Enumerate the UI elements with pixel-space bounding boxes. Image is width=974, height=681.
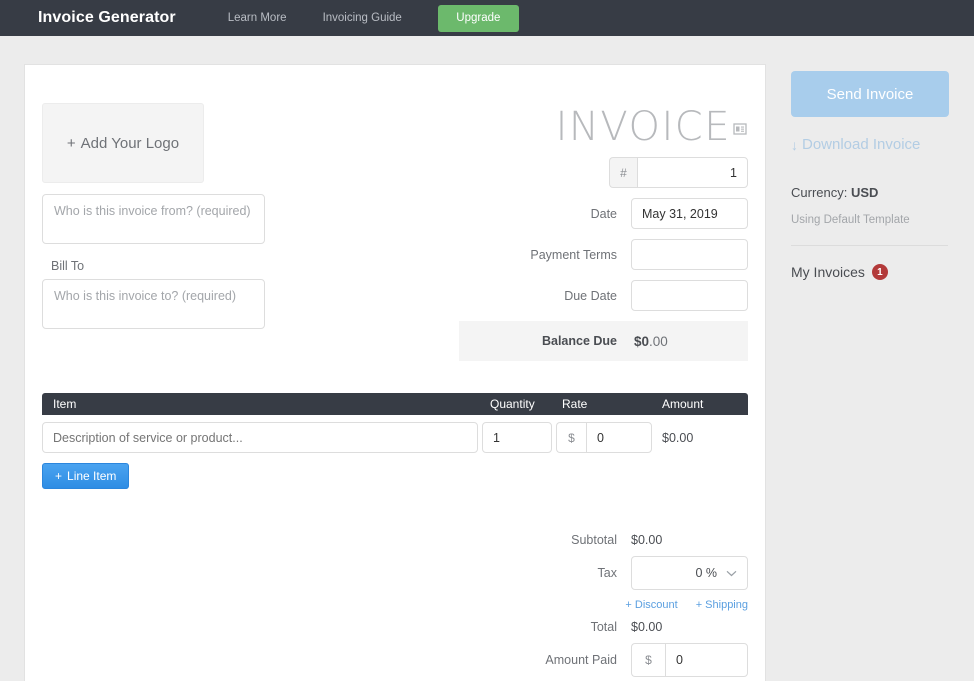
item-amount-value: $0.00 (662, 430, 694, 445)
sidebar-divider (791, 245, 948, 246)
tax-select[interactable]: 0 % (631, 556, 748, 590)
balance-due-row: Balance Due $0.00 (459, 321, 748, 361)
balance-due-label: Balance Due (541, 334, 617, 348)
tax-value: 0 % (695, 566, 717, 580)
item-description-input[interactable] (42, 422, 478, 453)
balance-due-minor: .00 (649, 333, 668, 349)
total-value: $0.00 (631, 620, 663, 634)
tax-label: Tax (597, 566, 617, 580)
total-label: Total (590, 620, 617, 634)
subtotal-row: Subtotal $0.00 (42, 533, 748, 547)
column-header-quantity: Quantity (490, 397, 535, 411)
add-shipping-label: Shipping (705, 599, 748, 611)
invoice-number-row: # (448, 157, 748, 188)
invoice-header: + Add Your Logo Bill To INVOICE (42, 103, 748, 361)
invoice-card: + Add Your Logo Bill To INVOICE (24, 64, 766, 681)
due-date-label: Due Date (564, 288, 617, 303)
add-logo-label: Add Your Logo (80, 134, 180, 152)
payment-terms-input[interactable] (631, 239, 748, 270)
subtotal-label: Subtotal (571, 533, 617, 547)
page-body: + Add Your Logo Bill To INVOICE (0, 36, 974, 681)
add-discount-link[interactable]: + Discount (625, 599, 677, 611)
tax-row: Tax 0 % (42, 556, 748, 590)
invoice-header-right: INVOICE # 1 Date May 31, 2019 Payment Te… (448, 103, 748, 361)
amount-paid-row: Amount Paid $ (42, 643, 748, 677)
my-invoices-link[interactable]: My Invoices 1 (791, 264, 974, 280)
send-invoice-button[interactable]: Send Invoice (791, 71, 949, 117)
due-date-input[interactable] (631, 280, 748, 311)
nav-link-invoicing-guide[interactable]: Invoicing Guide (323, 12, 402, 24)
subtotal-value: $0.00 (631, 533, 663, 547)
date-row: Date (448, 198, 748, 229)
add-line-item-label: Line Item (67, 469, 117, 483)
due-date-row: Due Date (448, 280, 748, 311)
chevron-down-icon (726, 566, 737, 580)
add-line-item-button[interactable]: + Line Item (42, 463, 130, 489)
line-items-table: Item Quantity Rate Amount $ $0.00 + Line… (42, 393, 748, 489)
payment-terms-row: Payment Terms (448, 239, 748, 270)
top-navigation-bar: Invoice Generator Learn More Invoicing G… (0, 0, 974, 36)
table-row: $ $0.00 (42, 422, 748, 453)
invoice-title-row: INVOICE (448, 107, 748, 147)
add-logo-button[interactable]: + Add Your Logo (42, 103, 204, 183)
invoice-number-input[interactable] (637, 157, 748, 188)
currency-row[interactable]: Currency: USD (791, 185, 974, 200)
currency-value: USD (850, 185, 879, 200)
download-invoice-link[interactable]: ↓ Download Invoice (791, 136, 974, 153)
currency-icon: $ (631, 643, 665, 677)
amount-paid-group: $ (631, 643, 748, 677)
totals-links-row: + Discount + Shipping (42, 599, 748, 611)
nav-links: Learn More Invoicing Guide Upgrade (228, 4, 519, 32)
template-status-text: Using Default Template (791, 214, 910, 226)
payment-terms-label: Payment Terms (530, 247, 617, 262)
add-discount-label: Discount (634, 599, 678, 611)
date-input[interactable] (631, 198, 748, 229)
plus-icon: + (55, 469, 63, 483)
upgrade-button[interactable]: Upgrade (437, 4, 519, 32)
my-invoices-count-badge: 1 (871, 264, 888, 280)
invoice-number-group: # (609, 157, 748, 188)
amount-paid-input[interactable] (665, 643, 748, 677)
currency-label: Currency: (791, 185, 848, 200)
add-shipping-link[interactable]: + Shipping (696, 599, 748, 611)
column-header-amount: Amount (662, 397, 704, 411)
hash-icon: # (609, 157, 637, 188)
item-rate-input[interactable] (586, 422, 652, 453)
nav-link-learn-more[interactable]: Learn More (228, 12, 287, 24)
invoice-from-field[interactable] (42, 194, 265, 244)
actions-sidebar: Send Invoice ↓ Download Invoice Currency… (791, 64, 974, 280)
my-invoices-label: My Invoices (791, 264, 865, 280)
line-items-header: Item Quantity Rate Amount (42, 393, 748, 415)
bill-to-label: Bill To (51, 259, 85, 273)
balance-due-major: $0 (634, 333, 650, 349)
column-header-rate: Rate (562, 397, 588, 411)
balance-due-value: $0.00 (634, 334, 668, 349)
invoice-header-left: + Add Your Logo Bill To (42, 103, 332, 361)
invoice-to-field[interactable] (42, 279, 265, 329)
amount-paid-label: Amount Paid (545, 653, 617, 667)
date-label: Date (590, 206, 617, 221)
invoice-document-icon (732, 121, 748, 142)
download-arrow-icon: ↓ (791, 136, 798, 153)
total-row: Total $0.00 (42, 620, 748, 634)
item-quantity-input[interactable] (482, 422, 552, 453)
plus-icon: + (66, 134, 76, 152)
column-header-item: Item (53, 397, 77, 411)
page-title: INVOICE (555, 104, 731, 150)
app-brand-title: Invoice Generator (38, 9, 176, 26)
totals-section: Subtotal $0.00 Tax 0 % + Discount + Ship… (42, 533, 748, 677)
item-rate-group: $ (556, 422, 652, 453)
download-invoice-label: Download Invoice (802, 136, 921, 153)
currency-icon: $ (556, 422, 586, 453)
